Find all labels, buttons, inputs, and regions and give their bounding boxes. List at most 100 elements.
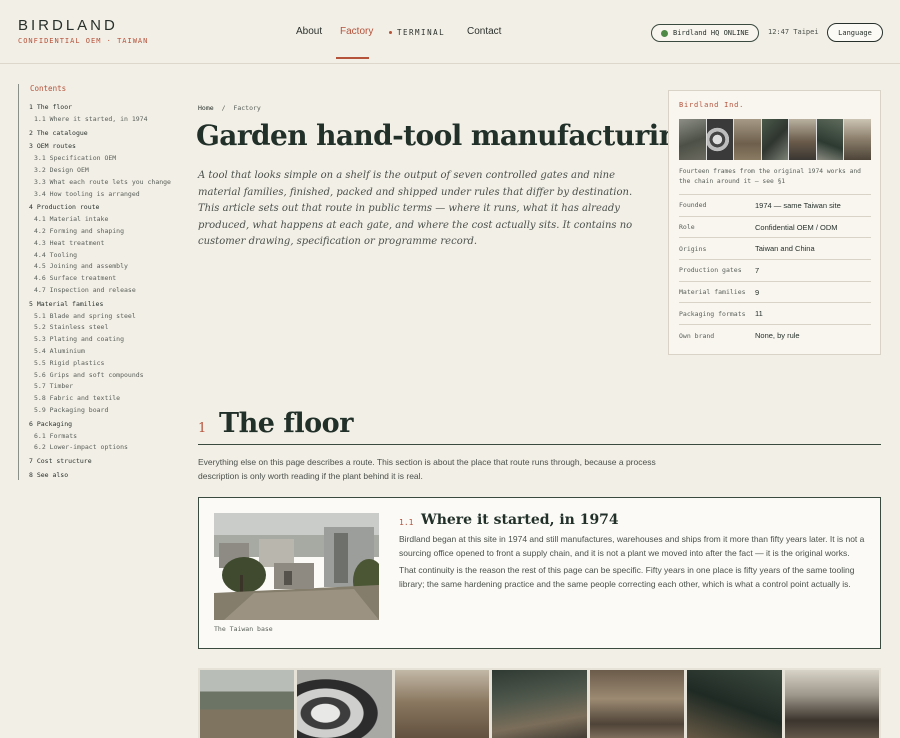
- fact-row: Role Confidential OEM / ODM: [679, 217, 871, 239]
- gallery-photo[interactable]: [589, 670, 685, 738]
- film-frame[interactable]: [844, 119, 872, 160]
- photo-caption: The Taiwan base: [214, 625, 273, 633]
- toc-subsection-link[interactable]: 5.1 Blade and spring steel: [29, 311, 178, 323]
- fact-label: Role: [679, 223, 695, 232]
- film-frame[interactable]: [816, 119, 844, 160]
- infobox-filmstrip[interactable]: [679, 119, 872, 160]
- toc-subsection-link[interactable]: 4.4 Tooling: [29, 250, 178, 262]
- taiwan-base-image: [214, 513, 379, 620]
- gallery-photo[interactable]: [200, 670, 295, 738]
- toc-subsection-link[interactable]: 1.1 Where it started, in 1974: [29, 114, 178, 126]
- fact-value: 9: [755, 287, 760, 297]
- fact-label: Founded: [679, 201, 707, 210]
- toc-subsection-link[interactable]: 3.4 How tooling is arranged: [29, 189, 178, 201]
- subsection-number: 1.1: [399, 518, 414, 527]
- toc-subsection-link[interactable]: 5.8 Fabric and textile: [29, 393, 178, 405]
- toc-list: 1 The floor 1.1 Where it started, in 1974…: [29, 102, 178, 482]
- toc-subsection-link[interactable]: 6.1 Formats: [29, 431, 178, 443]
- section-number: 1: [198, 421, 207, 436]
- toc-subsection-link[interactable]: 5.5 Rigid plastics: [29, 358, 178, 370]
- film-frame[interactable]: [734, 119, 761, 160]
- toc-subsection-link[interactable]: 3.3 What each route lets you change: [29, 177, 178, 189]
- status-badge[interactable]: Birdland HQ ONLINE: [651, 24, 759, 42]
- paragraph: That continuity is the reason the rest o…: [399, 565, 855, 590]
- gallery-photo[interactable]: [394, 670, 490, 738]
- nav-contact[interactable]: Contact: [467, 26, 501, 37]
- taiwan-base-photo[interactable]: [214, 513, 379, 620]
- gallery-photo[interactable]: [492, 670, 587, 738]
- fact-row: Own brand None, by rule: [679, 325, 871, 347]
- nav-terminal[interactable]: TERMINAL: [390, 28, 445, 37]
- infobox: Birdland Ind. Fourteen frames from the o…: [668, 90, 881, 355]
- brand-subtitle: CONFIDENTIAL OEM · TAIWAN: [18, 37, 149, 45]
- fact-label: Production gates: [679, 266, 742, 275]
- toc-section-link[interactable]: 4 Production route: [29, 202, 178, 214]
- toc-title: Contents: [30, 84, 67, 93]
- nav-factory[interactable]: Factory: [340, 26, 373, 37]
- fact-row: Origins Taiwan and China: [679, 238, 871, 261]
- fact-row: Founded 1974 — same Taiwan site: [679, 195, 871, 217]
- toc-subsection-link[interactable]: 5.6 Grips and soft compounds: [29, 370, 178, 382]
- toc-section-link[interactable]: 3 OEM routes: [29, 141, 178, 153]
- breadcrumb-current: Factory: [233, 104, 261, 112]
- toc-subsection-link[interactable]: 4.2 Forming and shaping: [29, 226, 178, 238]
- toc-section-link[interactable]: 2 The catalogue: [29, 128, 178, 140]
- toc-subsection-link[interactable]: 4.6 Surface treatment: [29, 273, 178, 285]
- toc-subsection-link[interactable]: 5.3 Plating and coating: [29, 334, 178, 346]
- section-intro: Everything else on this page describes a…: [198, 457, 656, 481]
- toc-subsection-link[interactable]: 3.2 Design OEM: [29, 165, 178, 177]
- toc-subsection-link[interactable]: 5.4 Aluminium: [29, 346, 178, 358]
- toc-subsection-link[interactable]: 5.2 Stainless steel: [29, 322, 178, 334]
- toc-section-link[interactable]: 1 The floor: [29, 102, 178, 114]
- film-frame[interactable]: [706, 119, 734, 160]
- fact-value: 7: [755, 265, 760, 275]
- toc-section-link[interactable]: 7 Cost structure: [29, 456, 178, 468]
- toc-subsection-link[interactable]: 3.1 Specification OEM: [29, 153, 178, 165]
- fact-label: Origins: [679, 244, 707, 253]
- toc-subsection-link[interactable]: 4.5 Joining and assembly: [29, 261, 178, 273]
- film-frame[interactable]: [679, 119, 706, 160]
- gallery-photo[interactable]: [784, 670, 879, 738]
- toc-subsection-link[interactable]: 5.9 Packaging board: [29, 405, 178, 417]
- fact-value: Confidential OEM / ODM: [755, 222, 838, 232]
- nav-about[interactable]: About: [296, 26, 322, 37]
- breadcrumb-separator: /: [221, 104, 226, 112]
- gallery-photo[interactable]: [687, 670, 782, 738]
- online-dot-icon: [661, 29, 668, 37]
- subsection-title: Where it started, in 1974: [421, 512, 619, 528]
- site-header: BIRDLAND CONFIDENTIAL OEM · TAIWAN About…: [0, 0, 900, 64]
- status-label: Birdland HQ ONLINE: [673, 29, 749, 37]
- fact-value: None, by rule: [755, 331, 800, 341]
- clock-readout: 12:47 Taipei: [768, 28, 819, 36]
- fact-value: 11: [755, 309, 763, 319]
- toc-section-link[interactable]: 8 See also: [29, 470, 178, 482]
- brand-logo[interactable]: BIRDLAND: [18, 17, 118, 34]
- fact-label: Material families: [679, 288, 746, 297]
- subsection-body: Birdland began at this site in 1974 and …: [399, 533, 871, 592]
- subsection-card: The Taiwan base 1.1 Where it started, in…: [198, 497, 881, 649]
- fact-label: Packaging formats: [679, 309, 746, 318]
- infobox-caption: Fourteen frames from the original 1974 w…: [679, 168, 861, 185]
- breadcrumb-home[interactable]: Home: [198, 104, 214, 112]
- breadcrumb: Home / Factory: [198, 104, 261, 112]
- toc-subsection-link[interactable]: 4.1 Material intake: [29, 214, 178, 226]
- fact-value: 1974 — same Taiwan site: [755, 200, 841, 210]
- toc-section-link[interactable]: 5 Material families: [29, 299, 178, 311]
- language-button[interactable]: Language: [827, 23, 883, 42]
- toc-subsection-link[interactable]: 4.3 Heat treatment: [29, 238, 178, 250]
- photo-gallery: [198, 668, 881, 738]
- toc-subsection-link[interactable]: 6.2 Lower-impact options: [29, 442, 178, 454]
- gallery-photo[interactable]: [297, 670, 392, 738]
- page-lede: A tool that looks simple on a shelf is t…: [198, 170, 633, 247]
- film-frame[interactable]: [761, 119, 789, 160]
- section-divider: [198, 444, 881, 445]
- infobox-facts: Founded 1974 — same Taiwan site Role Confid…: [679, 194, 871, 347]
- fact-row: Production gates 7: [679, 260, 871, 282]
- paragraph: Birdland began at this site in 1974 and …: [399, 534, 865, 558]
- fact-label: Own brand: [679, 331, 715, 340]
- toc-subsection-link[interactable]: 5.7 Timber: [29, 381, 178, 393]
- nav-terminal-label: TERMINAL: [397, 28, 446, 37]
- toc-section-link[interactable]: 6 Packaging: [29, 419, 178, 431]
- toc-subsection-link[interactable]: 4.7 Inspection and release: [29, 285, 178, 297]
- film-frame[interactable]: [789, 119, 816, 160]
